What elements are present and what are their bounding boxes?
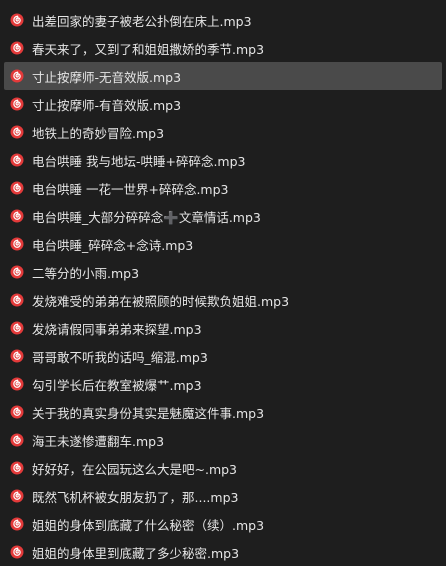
- file-row[interactable]: 姐姐的身体里到底藏了多少秘密.mp3: [4, 538, 442, 566]
- file-row[interactable]: 电台哄睡 一花一世界+碎碎念.mp3: [4, 174, 442, 202]
- file-list: 出差回家的妻子被老公扑倒在床上.mp3 春天来了，又到了和姐姐撒娇的季节.mp3…: [0, 0, 446, 566]
- netease-music-file-icon: [10, 433, 24, 447]
- netease-music-file-icon: [10, 153, 24, 167]
- netease-music-file-icon: [10, 209, 24, 223]
- file-name: 电台哄睡_碎碎念+念诗.mp3: [32, 237, 194, 253]
- file-row[interactable]: 电台哄睡_碎碎念+念诗.mp3: [4, 230, 442, 258]
- file-row[interactable]: 既然飞机杯被女朋友扔了，那....mp3: [4, 482, 442, 510]
- netease-music-file-icon: [10, 69, 24, 83]
- file-row[interactable]: 发烧请假同事弟弟来探望.mp3: [4, 314, 442, 342]
- netease-music-file-icon: [10, 125, 24, 139]
- file-row[interactable]: 姐姐的身体到底藏了什么秘密（续）.mp3: [4, 510, 442, 538]
- netease-music-file-icon: [10, 13, 24, 27]
- netease-music-file-icon: [10, 545, 24, 559]
- netease-music-file-icon: [10, 41, 24, 55]
- file-row[interactable]: 电台哄睡_大部分碎碎念➕文章情话.mp3: [4, 202, 442, 230]
- netease-music-file-icon: [10, 265, 24, 279]
- file-row[interactable]: 出差回家的妻子被老公扑倒在床上.mp3: [4, 6, 442, 34]
- file-row[interactable]: 哥哥敢不听我的话吗_缩混.mp3: [4, 342, 442, 370]
- file-name: 勾引学长后在教室被爆艹.mp3: [32, 377, 202, 393]
- file-row[interactable]: 勾引学长后在教室被爆艹.mp3: [4, 370, 442, 398]
- netease-music-file-icon: [10, 181, 24, 195]
- netease-music-file-icon: [10, 321, 24, 335]
- file-name: 电台哄睡 我与地坛-哄睡+碎碎念.mp3: [32, 153, 246, 169]
- file-name: 哥哥敢不听我的话吗_缩混.mp3: [32, 349, 208, 365]
- file-name: 电台哄睡_大部分碎碎念➕文章情话.mp3: [32, 209, 261, 225]
- file-name: 姐姐的身体里到底藏了多少秘密.mp3: [32, 545, 240, 561]
- file-row[interactable]: 寸止按摩师-无音效版.mp3: [4, 62, 442, 90]
- file-name: 既然飞机杯被女朋友扔了，那....mp3: [32, 489, 239, 505]
- file-row[interactable]: 电台哄睡 我与地坛-哄睡+碎碎念.mp3: [4, 146, 442, 174]
- file-name: 电台哄睡 一花一世界+碎碎念.mp3: [32, 181, 229, 197]
- file-name: 好好好，在公园玩这么大是吧~.mp3: [32, 461, 238, 477]
- file-name: 出差回家的妻子被老公扑倒在床上.mp3: [32, 13, 252, 29]
- netease-music-file-icon: [10, 517, 24, 531]
- file-row[interactable]: 春天来了，又到了和姐姐撒娇的季节.mp3: [4, 34, 442, 62]
- netease-music-file-icon: [10, 461, 24, 475]
- file-row[interactable]: 好好好，在公园玩这么大是吧~.mp3: [4, 454, 442, 482]
- netease-music-file-icon: [10, 489, 24, 503]
- netease-music-file-icon: [10, 97, 24, 111]
- file-name: 寸止按摩师-有音效版.mp3: [32, 97, 182, 113]
- file-row[interactable]: 地铁上的奇妙冒险.mp3: [4, 118, 442, 146]
- file-name: 地铁上的奇妙冒险.mp3: [32, 125, 165, 141]
- netease-music-file-icon: [10, 349, 24, 363]
- file-row[interactable]: 海王未遂惨遭翻车.mp3: [4, 426, 442, 454]
- netease-music-file-icon: [10, 405, 24, 419]
- file-row[interactable]: 寸止按摩师-有音效版.mp3: [4, 90, 442, 118]
- file-name: 关于我的真实身份其实是魅魔这件事.mp3: [32, 405, 265, 421]
- file-row[interactable]: 关于我的真实身份其实是魅魔这件事.mp3: [4, 398, 442, 426]
- file-name: 发烧请假同事弟弟来探望.mp3: [32, 321, 202, 337]
- netease-music-file-icon: [10, 237, 24, 251]
- file-name: 海王未遂惨遭翻车.mp3: [32, 433, 165, 449]
- file-row[interactable]: 发烧难受的弟弟在被照顾的时候欺负姐姐.mp3: [4, 286, 442, 314]
- file-row[interactable]: 二等分的小雨.mp3: [4, 258, 442, 286]
- file-name: 春天来了，又到了和姐姐撒娇的季节.mp3: [32, 41, 265, 57]
- file-name: 姐姐的身体到底藏了什么秘密（续）.mp3: [32, 517, 265, 533]
- file-name: 发烧难受的弟弟在被照顾的时候欺负姐姐.mp3: [32, 293, 290, 309]
- file-name: 二等分的小雨.mp3: [32, 265, 140, 281]
- file-name: 寸止按摩师-无音效版.mp3: [32, 69, 182, 85]
- netease-music-file-icon: [10, 293, 24, 307]
- netease-music-file-icon: [10, 377, 24, 391]
